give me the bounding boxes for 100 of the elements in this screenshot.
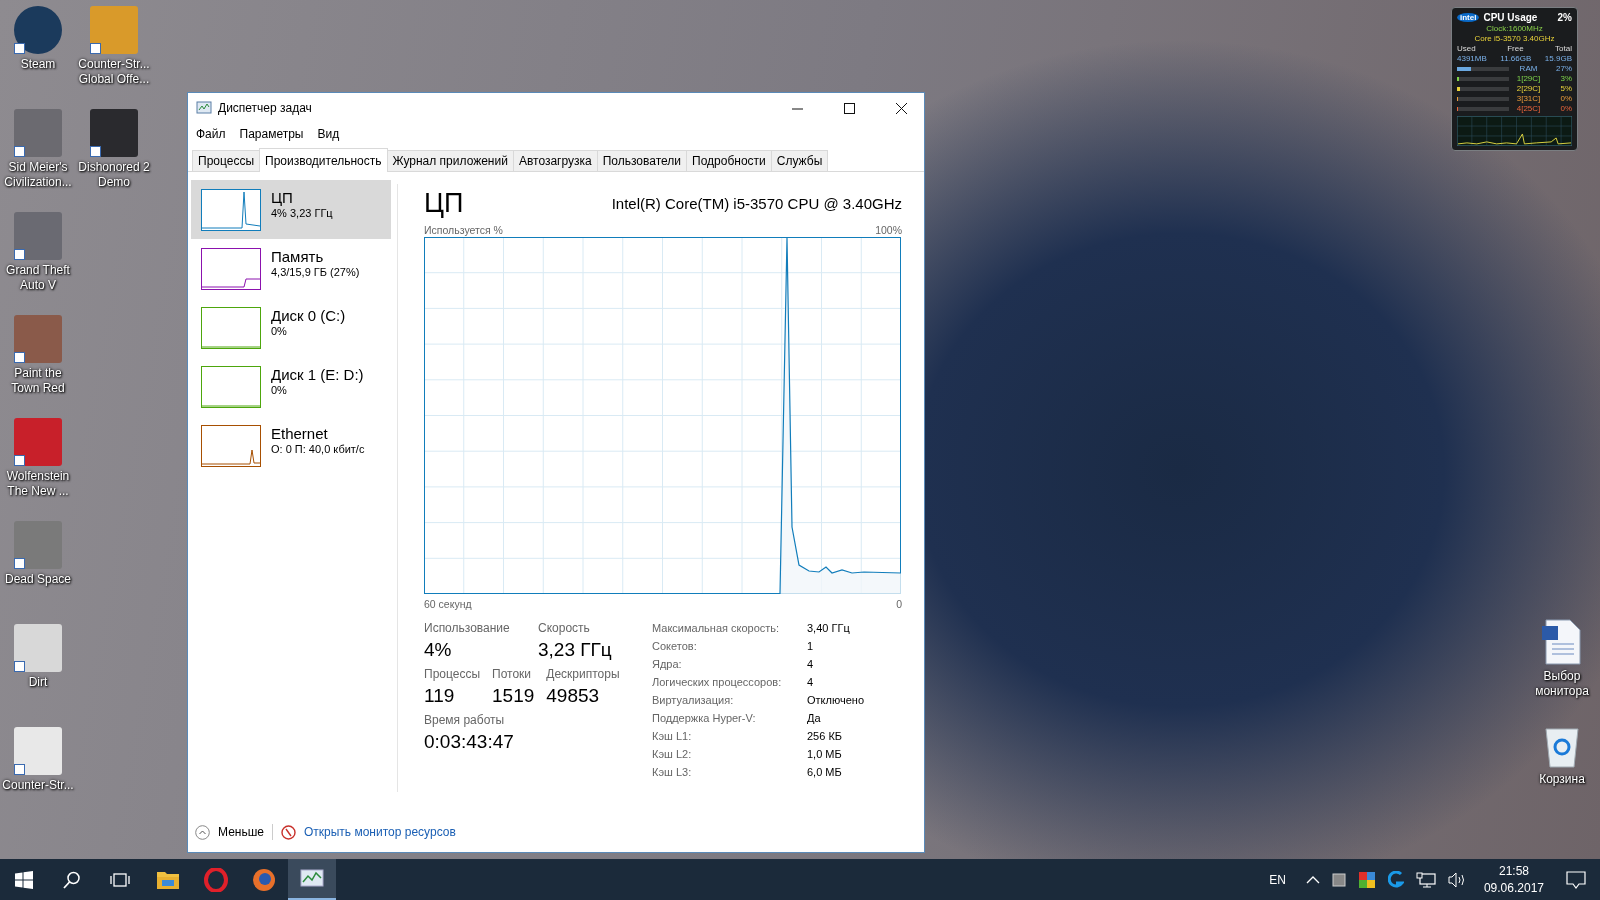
chart-window-icon xyxy=(300,867,324,890)
stat-label: Процессы xyxy=(424,667,480,681)
close-icon xyxy=(895,102,907,114)
window-title: Диспетчер задач xyxy=(218,101,312,115)
memory-value: 15.9GB xyxy=(1544,54,1572,63)
globe-icon xyxy=(252,867,276,892)
spec-value: 4 xyxy=(807,675,815,690)
time: 21:58 xyxy=(1498,862,1529,880)
core-label: 3[31C] xyxy=(1515,94,1542,103)
cpu-usage-value: 2% xyxy=(1557,12,1572,23)
column-header: Total xyxy=(1555,44,1572,53)
fewer-details-button[interactable]: Меньше xyxy=(195,824,264,840)
stat-value: 4% xyxy=(424,639,453,661)
ram-percent: 27% xyxy=(1555,64,1572,73)
maximize-icon xyxy=(843,102,855,114)
resource-monitor-link[interactable]: Открыть монитор ресурсов xyxy=(304,825,456,839)
spec-label: Кэш L1: xyxy=(652,729,693,744)
clock[interactable]: 21:58 09.06.2017 xyxy=(1483,862,1544,897)
spec-value: 1,0 МБ xyxy=(807,747,843,762)
tab[interactable]: Автозагрузка xyxy=(512,150,598,171)
tab[interactable]: Производительность xyxy=(259,148,388,172)
ram-label: RAM xyxy=(1518,64,1539,73)
stat-label: Скорость xyxy=(538,621,591,635)
tab[interactable]: Подробности xyxy=(686,150,772,171)
shortcut-label[interactable]: Корзина xyxy=(1524,772,1600,787)
menu-item[interactable]: Вид xyxy=(317,127,340,141)
search-icon xyxy=(63,870,81,889)
menu-item[interactable]: Файл xyxy=(196,127,226,141)
resource-monitor-icon xyxy=(281,824,296,840)
cpu-model: Core i5-3570 3.40GHz xyxy=(1473,34,1556,43)
pane-heading: ЦП xyxy=(424,187,464,219)
notifications-icon[interactable] xyxy=(1566,870,1586,889)
chevron-up-icon[interactable] xyxy=(1305,874,1320,885)
shortcut-label[interactable]: Dishonored 2 Demo xyxy=(76,160,152,190)
stat-label: Использование xyxy=(424,621,511,635)
stat-label: Потоки xyxy=(492,667,533,681)
resource-item[interactable]: ЦП 4% 3,23 ГГц xyxy=(191,180,391,239)
logo: intel xyxy=(1457,13,1480,22)
core-percent: 5% xyxy=(1559,84,1572,93)
stat-label: Дескрипторы xyxy=(546,667,620,681)
resource-item[interactable]: Память 4,3/15,9 ГБ (27%) xyxy=(191,239,391,298)
resource-item[interactable]: Диск 1 (E: D:) 0% xyxy=(191,357,391,416)
ring-icon xyxy=(204,867,228,892)
core-label: 2[29C] xyxy=(1515,84,1542,93)
stat-label: Время работы xyxy=(424,713,506,727)
resource-detail: 0% xyxy=(271,384,288,396)
resource-name: Ethernet xyxy=(271,425,329,442)
spec-value: 256 КБ xyxy=(807,729,844,744)
chevron-up-icon xyxy=(195,824,210,840)
tab[interactable]: Службы xyxy=(770,150,829,171)
colored-squares-icon[interactable] xyxy=(1357,870,1376,889)
resource-name: Диск 1 (E: D:) xyxy=(271,366,364,383)
spec-label: Логических процессоров: xyxy=(652,675,783,690)
spec-label: Кэш L3: xyxy=(652,765,693,780)
spec-value: Да xyxy=(807,711,822,726)
graph-min-label: 0 xyxy=(896,598,902,610)
language-indicator[interactable]: EN xyxy=(1269,872,1286,887)
gadget-title: CPU Usage xyxy=(1483,12,1539,23)
windows-logo-icon xyxy=(15,870,33,889)
stat-value: 49853 xyxy=(546,685,601,707)
spec-value: 4 xyxy=(807,657,815,672)
resource-name: Память xyxy=(271,248,325,265)
resource-item[interactable]: Ethernet О: 0 П: 40,0 кбит/с xyxy=(191,416,391,475)
stat-value: 3,23 ГГц xyxy=(538,639,613,661)
spec-value: 3,40 ГГц xyxy=(807,621,851,636)
spec-value: 1 xyxy=(807,639,815,654)
spec-label: Кэш L2: xyxy=(652,747,693,762)
shortcut-label[interactable]: Выбор монитора xyxy=(1524,669,1600,699)
network-icon[interactable] xyxy=(1415,871,1436,888)
menu-item[interactable]: Параметры xyxy=(239,127,304,141)
resource-detail: 0% xyxy=(271,325,288,337)
resource-detail: 4,3/15,9 ГБ (27%) xyxy=(271,266,360,278)
resource-detail: 4% 3,23 ГГц xyxy=(271,207,333,219)
column-header: Used xyxy=(1457,44,1476,53)
tab[interactable]: Журнал приложений xyxy=(386,150,514,171)
spec-label: Ядра: xyxy=(652,657,683,672)
taskbar-app[interactable] xyxy=(288,859,336,900)
tab[interactable]: Процессы xyxy=(192,150,260,171)
core-label: 1[29C] xyxy=(1515,74,1542,83)
tab[interactable]: Пользователи xyxy=(596,150,688,171)
date: 09.06.2017 xyxy=(1483,879,1544,897)
resource-detail: О: 0 П: 40,0 кбит/с xyxy=(271,443,365,455)
core-percent: 3% xyxy=(1559,74,1572,83)
hook-icon[interactable] xyxy=(1387,870,1404,889)
shortcut-icon[interactable] xyxy=(90,109,138,157)
memory-value: 11.66GB xyxy=(1500,54,1532,63)
stat-value: 119 xyxy=(424,685,456,707)
memory-value: 4391MB xyxy=(1457,54,1487,63)
graph-label: Используется % xyxy=(424,224,503,236)
graph-max-label: 100% xyxy=(875,224,902,236)
spec-label: Виртуализация: xyxy=(652,693,735,708)
spec-value: Отключено xyxy=(807,693,864,708)
graph-span-label: 60 секунд xyxy=(424,598,472,610)
core-percent: 0% xyxy=(1559,94,1572,103)
stat-value: 0:03:43:47 xyxy=(424,731,515,753)
resource-item[interactable]: Диск 0 (C:) 0% xyxy=(191,298,391,357)
app-icon xyxy=(196,100,212,116)
resource-name: ЦП xyxy=(271,189,294,206)
spec-label: Поддержка Hyper-V: xyxy=(652,711,757,726)
column-header: Free xyxy=(1507,44,1524,53)
